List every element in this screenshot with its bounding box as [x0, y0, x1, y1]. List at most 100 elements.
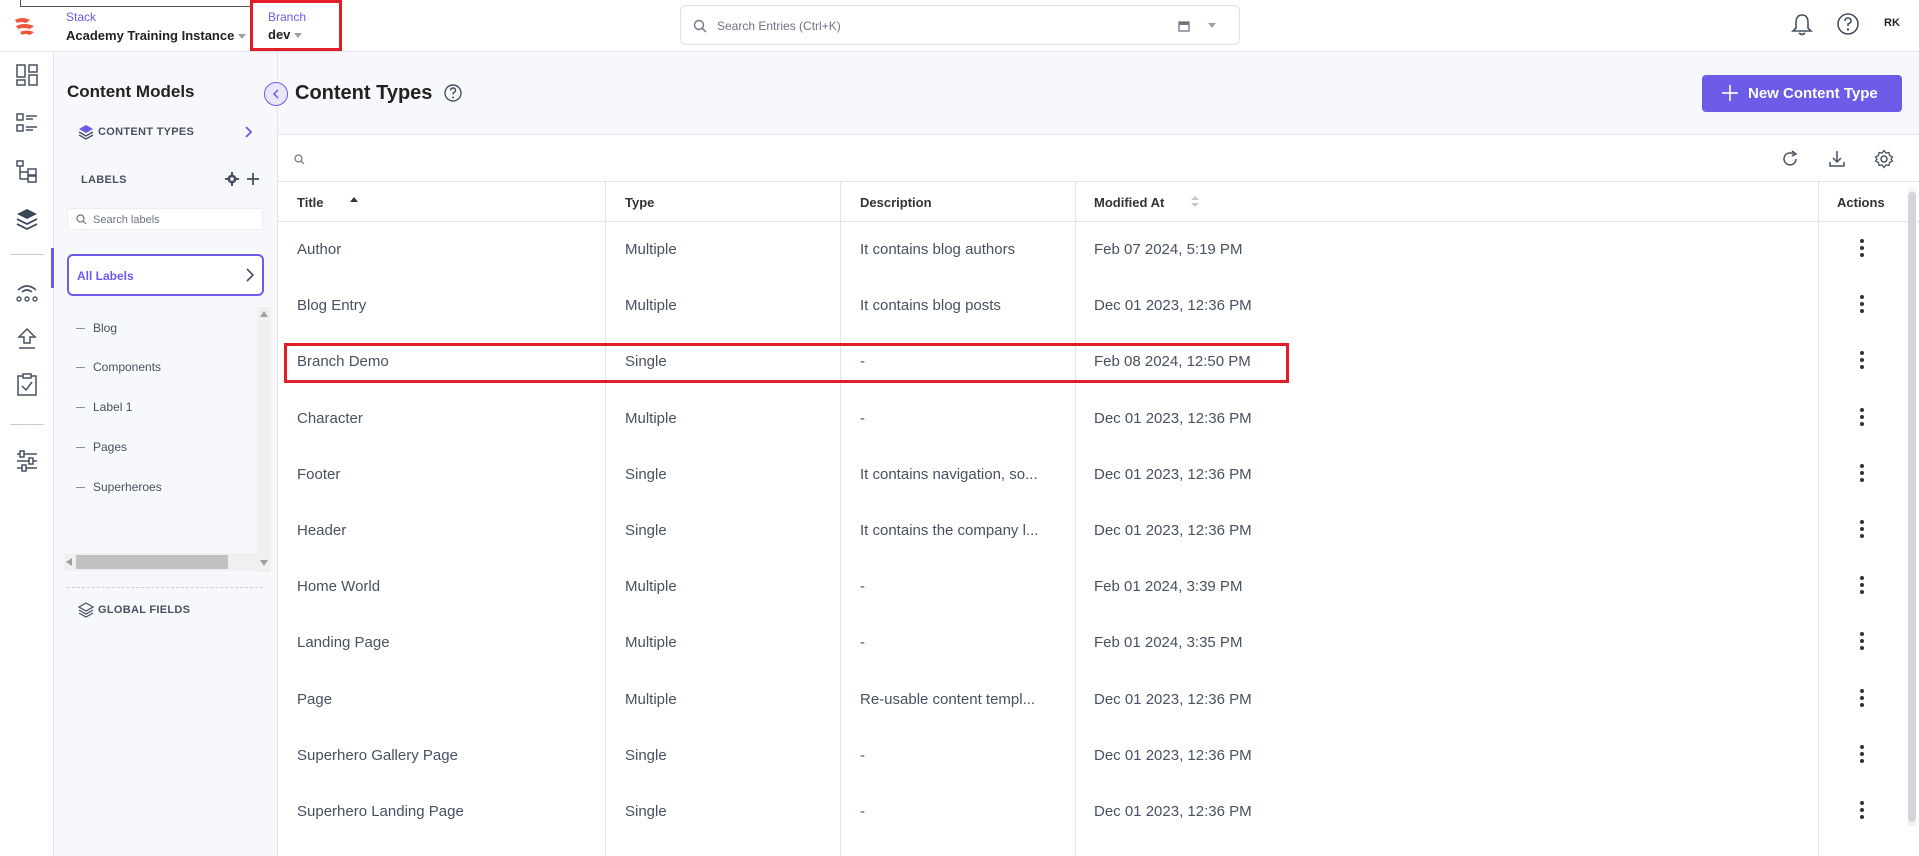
add-label-plus-icon[interactable] — [246, 172, 260, 186]
more-actions-kebab-icon[interactable] — [1860, 407, 1864, 429]
scroll-down-arrow-icon[interactable] — [260, 560, 268, 566]
more-actions-kebab-icon[interactable] — [1860, 744, 1864, 766]
publish-queue-icon[interactable] — [14, 326, 40, 352]
table-row[interactable]: Superhero Landing Page Single - Dec 01 2023… — [278, 784, 1903, 840]
tasks-clipboard-icon[interactable] — [14, 372, 40, 398]
scroll-up-arrow-icon[interactable] — [260, 311, 268, 317]
sidebar-item-global-fields[interactable]: GLOBAL FIELDS — [98, 604, 190, 616]
page-header: Content Types New Content Type — [264, 52, 1919, 135]
label-item-pages[interactable]: Pages — [76, 440, 127, 454]
settings-gear-icon[interactable] — [1874, 149, 1894, 169]
download-icon[interactable] — [1827, 149, 1847, 169]
cell-type: Single — [625, 465, 667, 483]
column-header-title[interactable]: Title — [297, 195, 324, 210]
cell-title[interactable]: Landing Page — [297, 634, 390, 651]
calendar-icon[interactable] — [1177, 19, 1191, 33]
label-item-superheroes[interactable]: Superheroes — [76, 480, 162, 494]
label-item-label-1[interactable]: Label 1 — [76, 400, 132, 414]
cell-title[interactable]: Superhero Gallery Page — [297, 747, 458, 764]
table-vertical-scrollbar[interactable] — [1908, 187, 1916, 827]
scroll-thumb[interactable] — [1908, 192, 1916, 822]
cell-title[interactable]: Header — [297, 522, 346, 539]
more-actions-kebab-icon[interactable] — [1860, 801, 1864, 822]
user-avatar[interactable]: RK — [1884, 17, 1900, 29]
column-header-modified-at[interactable]: Modified At — [1094, 195, 1164, 210]
cell-type: Single — [625, 522, 667, 539]
more-actions-kebab-icon[interactable] — [1860, 688, 1864, 710]
taxonomy-tree-icon[interactable] — [14, 158, 40, 184]
cell-title[interactable]: Character — [297, 410, 363, 427]
table-toolbar — [278, 136, 1919, 182]
new-content-type-button[interactable]: New Content Type — [1702, 75, 1902, 112]
table-row[interactable]: Superhero Gallery Page Single - Dec 01 2023… — [278, 728, 1903, 784]
label-text: Pages — [93, 440, 128, 454]
cell-title[interactable]: Superhero Landing Page — [297, 803, 464, 820]
cell-title[interactable]: Page — [297, 691, 332, 708]
branch-name: dev — [268, 27, 291, 42]
more-actions-kebab-icon[interactable] — [1860, 632, 1864, 653]
rail-divider — [10, 424, 44, 425]
table-row[interactable]: Landing Page Multiple - Feb 01 2024, 3:35 P… — [278, 615, 1903, 671]
search-entries-input[interactable]: Search Entries (Ctrl+K) — [680, 5, 1240, 45]
cell-modified-at: Dec 01 2023, 12:36 PM — [1094, 297, 1252, 315]
sort-icon[interactable] — [1191, 195, 1199, 208]
column-header-description[interactable]: Description — [860, 195, 932, 210]
search-labels-input[interactable]: Search labels — [67, 208, 263, 230]
gear-icon[interactable] — [225, 172, 239, 186]
sidebar-item-content-types[interactable]: CONTENT TYPES — [98, 126, 194, 138]
table-row[interactable]: Home World Multiple - Feb 01 2024, 3:39 PM — [278, 559, 1903, 615]
sort-ascending-icon[interactable] — [350, 196, 358, 204]
more-actions-kebab-icon[interactable] — [1860, 239, 1864, 260]
page-title: Content Types — [295, 82, 433, 104]
all-labels-button[interactable]: All Labels — [67, 254, 264, 296]
cell-title[interactable]: Home World — [297, 578, 380, 595]
cell-modified-at: Dec 01 2023, 12:36 PM — [1094, 803, 1252, 820]
more-actions-kebab-icon[interactable] — [1860, 576, 1864, 597]
label-text: Components — [93, 360, 162, 374]
content-models-layers-icon[interactable] — [14, 206, 40, 232]
cell-description: - — [860, 634, 865, 652]
table-row[interactable]: Page Multiple Re-usable content templ... De… — [278, 672, 1903, 728]
chevron-down-icon[interactable] — [1207, 22, 1217, 30]
collapse-sidebar-button[interactable] — [264, 82, 288, 106]
more-actions-kebab-icon[interactable] — [1860, 295, 1864, 316]
stack-label: Stack — [66, 10, 97, 24]
column-header-type[interactable]: Type — [625, 195, 654, 210]
labels-horizontal-scrollbar[interactable] — [64, 553, 257, 571]
contentstack-logo-icon[interactable] — [12, 14, 38, 38]
help-icon[interactable] — [443, 83, 463, 103]
sidebar-divider — [67, 587, 263, 588]
label-item-components[interactable]: Components — [76, 360, 161, 374]
chevron-right-icon[interactable] — [244, 126, 254, 138]
scroll-thumb[interactable] — [76, 555, 228, 569]
main-content: Content Types New Content Type Title Typ… — [264, 52, 1919, 856]
cell-title[interactable]: Footer — [297, 466, 340, 483]
dashboard-icon[interactable] — [14, 62, 40, 88]
cell-title[interactable]: Author — [297, 241, 341, 258]
search-icon — [76, 214, 87, 225]
more-actions-kebab-icon[interactable] — [1860, 463, 1864, 485]
label-item-blog[interactable]: Blog — [76, 321, 117, 335]
branch-selector[interactable]: Branch dev — [250, 0, 342, 51]
table-row[interactable]: Header Single It contains the company l...… — [278, 503, 1903, 559]
cell-title[interactable]: Blog Entry — [297, 297, 366, 314]
stack-selector[interactable]: Stack Academy Training Instance — [66, 10, 247, 43]
table-row[interactable]: Character Multiple - Dec 01 2023, 12:36 PM — [278, 391, 1903, 447]
settings-sliders-icon[interactable] — [14, 448, 40, 474]
search-labels-placeholder: Search labels — [93, 214, 160, 226]
refresh-icon[interactable] — [1780, 149, 1800, 169]
help-icon[interactable] — [1836, 12, 1860, 36]
highlight-box — [284, 343, 1289, 383]
labels-vertical-scrollbar[interactable] — [257, 307, 271, 572]
table-row[interactable]: Footer Single It contains navigation, so..… — [278, 447, 1903, 503]
table-row[interactable]: Author Multiple It contains blog authors Fe… — [278, 222, 1903, 278]
release-icon[interactable] — [14, 278, 40, 304]
entries-list-icon[interactable] — [14, 110, 40, 136]
plus-icon — [1722, 85, 1738, 101]
bell-icon[interactable] — [1790, 12, 1814, 38]
table-row[interactable]: Blog Entry Multiple It contains blog posts… — [278, 278, 1903, 334]
scroll-left-arrow-icon[interactable] — [66, 558, 72, 566]
more-actions-kebab-icon[interactable] — [1860, 351, 1864, 372]
more-actions-kebab-icon[interactable] — [1860, 520, 1864, 541]
search-icon[interactable] — [294, 154, 305, 165]
